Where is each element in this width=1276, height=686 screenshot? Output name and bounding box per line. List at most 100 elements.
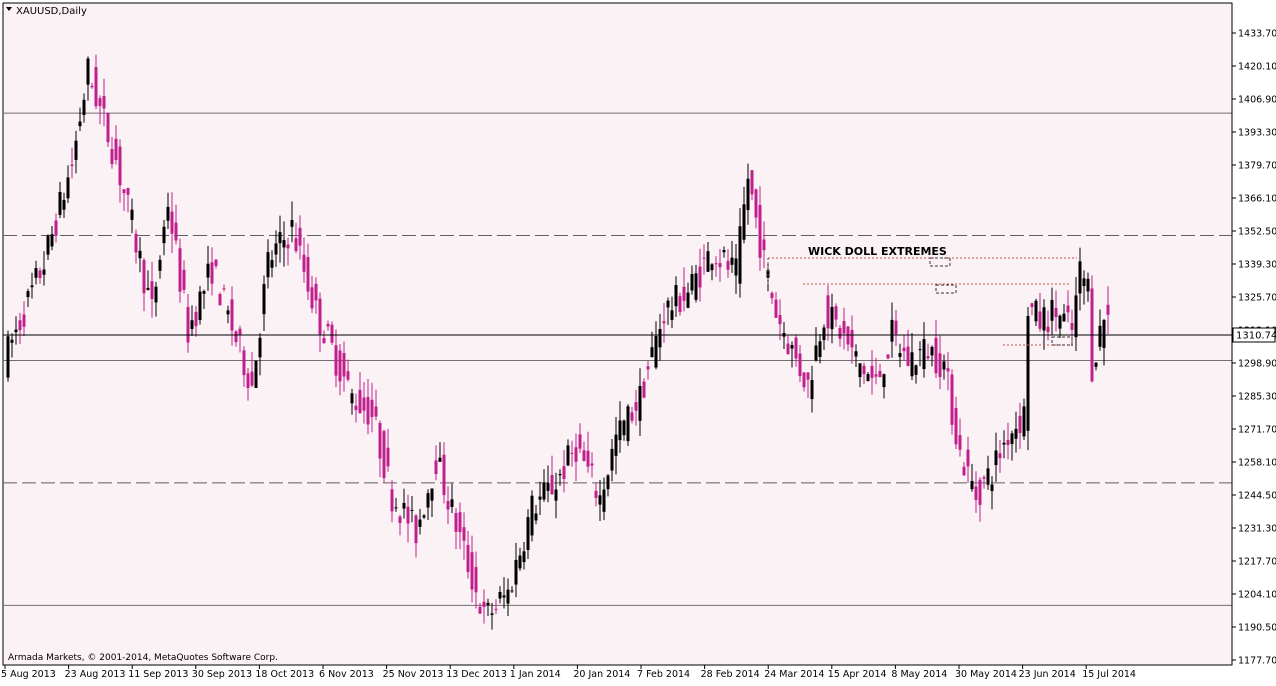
candle-body xyxy=(402,502,406,509)
candle-body xyxy=(286,244,290,249)
candle-body xyxy=(38,270,42,279)
candle-body xyxy=(550,475,554,495)
candle xyxy=(626,404,630,446)
candle-body xyxy=(518,555,522,569)
candle-body xyxy=(1066,305,1070,313)
y-tick-label: 1204.10 xyxy=(1238,590,1276,601)
candle-body xyxy=(106,112,110,143)
candle-body xyxy=(46,235,50,255)
candle-body xyxy=(390,489,394,512)
candle-body xyxy=(802,372,806,388)
candle-body xyxy=(90,85,94,88)
candle-body xyxy=(566,445,570,466)
candle-body xyxy=(466,544,470,573)
candle-body xyxy=(134,233,138,253)
candle-body xyxy=(662,321,666,324)
candle-body xyxy=(398,516,402,524)
candle-body xyxy=(222,288,226,290)
candle-body xyxy=(310,287,314,309)
candle-body xyxy=(166,206,170,221)
candle-body xyxy=(266,252,270,278)
candle-body xyxy=(1038,311,1042,329)
x-tick-label: 11 Sep 2013 xyxy=(128,669,188,680)
candle xyxy=(218,292,222,306)
candle-body xyxy=(606,475,610,490)
chart-header: XAUUSD,Daily xyxy=(6,6,87,17)
candle-body xyxy=(94,67,98,107)
candle-body xyxy=(1006,440,1010,446)
y-tick-label: 1379.70 xyxy=(1238,161,1276,172)
candle-body xyxy=(650,347,654,358)
candle-body xyxy=(522,551,526,563)
candle-body xyxy=(686,292,690,308)
candle xyxy=(198,285,202,325)
candle-body xyxy=(326,323,330,327)
candle-body xyxy=(82,99,86,116)
candle-body xyxy=(994,450,998,466)
candle-body xyxy=(18,320,22,331)
candle-body xyxy=(182,269,186,290)
candle-body xyxy=(902,347,906,352)
candle-body xyxy=(554,489,558,501)
candle-body xyxy=(886,354,890,359)
candle-body xyxy=(386,447,390,467)
candle-body xyxy=(710,264,714,271)
candle-body xyxy=(1106,304,1110,315)
y-tick-label: 1352.50 xyxy=(1238,227,1276,238)
candle-body xyxy=(910,352,914,377)
candle-body xyxy=(890,319,894,342)
x-tick-label: 13 Dec 2013 xyxy=(446,669,507,680)
candle-body xyxy=(270,259,274,268)
candle-body xyxy=(626,406,630,442)
candle-body xyxy=(98,98,102,107)
candle-body xyxy=(1094,362,1098,367)
y-tick-label: 1433.70 xyxy=(1238,29,1276,40)
candle-body xyxy=(950,374,954,425)
candle-body xyxy=(26,291,30,297)
candle-body xyxy=(954,408,958,445)
candle-body xyxy=(510,590,514,592)
candle-body xyxy=(870,365,874,378)
price-chart: WICK DOLL EXTREMES 1433.70 1420.10 1406.90… xyxy=(0,0,1276,682)
candle-body xyxy=(366,397,370,425)
candle-body xyxy=(234,331,238,343)
candle xyxy=(1026,306,1030,451)
candle-body xyxy=(490,613,494,615)
candle-body xyxy=(830,306,834,330)
candle-body xyxy=(818,341,822,357)
candle-body xyxy=(1054,307,1058,318)
candle-body xyxy=(558,473,562,476)
candle-body xyxy=(342,353,346,377)
candle-body xyxy=(218,294,222,306)
candle-body xyxy=(1026,315,1030,431)
x-tick-label: 7 Feb 2014 xyxy=(637,669,690,680)
x-tick-label: 15 Apr 2014 xyxy=(828,669,887,680)
candle-body xyxy=(754,189,758,218)
candle-body xyxy=(1018,415,1022,433)
candle-body xyxy=(414,515,418,544)
candle-body xyxy=(714,263,718,265)
candle-body xyxy=(646,366,650,370)
candle-body xyxy=(1014,428,1018,439)
candle-body xyxy=(798,353,802,377)
y-tick-label: 1217.70 xyxy=(1238,557,1276,568)
candle-body xyxy=(794,337,798,359)
candle-body xyxy=(914,365,918,375)
candle-body xyxy=(734,258,738,276)
candle-body xyxy=(458,512,462,533)
candle-body xyxy=(246,373,250,388)
candle-body xyxy=(410,509,414,511)
candle-body xyxy=(790,345,794,349)
y-tick-label: 1177.70 xyxy=(1238,656,1276,667)
candle-body xyxy=(174,222,178,241)
candle-body xyxy=(442,454,446,496)
candle-body xyxy=(22,314,26,327)
candle-body xyxy=(118,146,122,186)
candle-body xyxy=(666,300,670,308)
candle-body xyxy=(346,371,350,380)
candle-body xyxy=(114,138,118,160)
y-tick-label: 1190.50 xyxy=(1238,623,1276,634)
candle-body xyxy=(78,121,82,127)
candle-body xyxy=(290,220,294,227)
y-tick-label: 1244.50 xyxy=(1238,491,1276,502)
